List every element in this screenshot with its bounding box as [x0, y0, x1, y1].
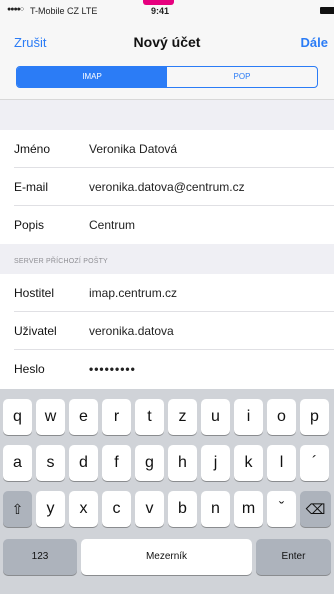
password-row[interactable]: Heslo ••••••••• [0, 350, 334, 388]
navigation-bar: Zrušit Nový účet Dále [0, 22, 334, 62]
numbers-key[interactable]: 123 [3, 539, 77, 575]
section-header: SERVER PŘÍCHOZÍ POŠTY [14, 258, 108, 265]
key-q[interactable]: q [3, 399, 32, 435]
key-p[interactable]: p [300, 399, 329, 435]
key-o[interactable]: o [267, 399, 296, 435]
email-field[interactable]: veronika.datova@centrum.cz [89, 180, 245, 194]
host-field[interactable]: imap.centrum.cz [89, 286, 177, 300]
name-label: Jméno [14, 142, 51, 156]
key-s[interactable]: s [36, 445, 65, 481]
delete-key[interactable]: ⌫ [300, 491, 331, 527]
key-g[interactable]: g [135, 445, 164, 481]
description-row[interactable]: Popis Centrum [0, 206, 334, 244]
key-l[interactable]: l [267, 445, 296, 481]
key-i[interactable]: i [234, 399, 263, 435]
key-t[interactable]: t [135, 399, 164, 435]
email-label: E-mail [14, 180, 49, 194]
key-k[interactable]: k [234, 445, 263, 481]
key-b[interactable]: b [168, 491, 197, 527]
key-y[interactable]: y [36, 491, 65, 527]
key-e[interactable]: e [69, 399, 98, 435]
key-f[interactable]: f [102, 445, 131, 481]
username-row[interactable]: Uživatel veronika.datova [0, 312, 334, 350]
top-accent-bar [143, 0, 174, 5]
signal-strength-icon: ●●●●○ [7, 6, 24, 13]
shift-key[interactable]: ⇧ [3, 491, 32, 527]
email-row[interactable]: E-mail veronika.datova@centrum.cz [0, 168, 334, 206]
account-type-bar: IMAP POP [0, 62, 334, 100]
description-field[interactable]: Centrum [89, 218, 135, 232]
account-type-segmented-control: IMAP POP [16, 66, 318, 88]
key-n[interactable]: n [201, 491, 230, 527]
key-z[interactable]: z [168, 399, 197, 435]
carrier-label: T-Mobile CZ LTE [30, 6, 98, 16]
username-field[interactable]: veronika.datova [89, 324, 174, 338]
page-title: Nový účet [133, 34, 201, 50]
key-x[interactable]: x [69, 491, 98, 527]
key-c[interactable]: c [102, 491, 131, 527]
key-caron[interactable]: ˇ [267, 491, 296, 527]
key-a[interactable]: a [3, 445, 32, 481]
description-label: Popis [14, 218, 45, 232]
key-j[interactable]: j [201, 445, 230, 481]
password-label: Heslo [14, 362, 45, 376]
clock: 9:41 [151, 6, 170, 16]
key-acute[interactable]: ´ [300, 445, 329, 481]
password-field[interactable]: ••••••••• [89, 362, 136, 376]
segment-pop[interactable]: POP [167, 67, 317, 87]
key-r[interactable]: r [102, 399, 131, 435]
battery-icon [320, 7, 334, 14]
segment-imap[interactable]: IMAP [17, 67, 167, 87]
keyboard: q w e r t z u i o p a s d f g h j k l ´ … [0, 389, 334, 594]
section-spacer [0, 100, 334, 130]
key-h[interactable]: h [168, 445, 197, 481]
name-field[interactable]: Veronika Datová [89, 142, 177, 156]
name-row[interactable]: Jméno Veronika Datová [0, 130, 334, 168]
next-button[interactable]: Dále [301, 35, 328, 50]
key-v[interactable]: v [135, 491, 164, 527]
key-w[interactable]: w [36, 399, 65, 435]
username-label: Uživatel [14, 324, 57, 338]
incoming-server-section: SERVER PŘÍCHOZÍ POŠTY [0, 244, 334, 274]
key-u[interactable]: u [201, 399, 230, 435]
host-row[interactable]: Hostitel imap.centrum.cz [0, 274, 334, 312]
enter-key[interactable]: Enter [256, 539, 331, 575]
key-m[interactable]: m [234, 491, 263, 527]
host-label: Hostitel [14, 286, 55, 300]
key-d[interactable]: d [69, 445, 98, 481]
space-key[interactable]: Mezerník [81, 539, 252, 575]
